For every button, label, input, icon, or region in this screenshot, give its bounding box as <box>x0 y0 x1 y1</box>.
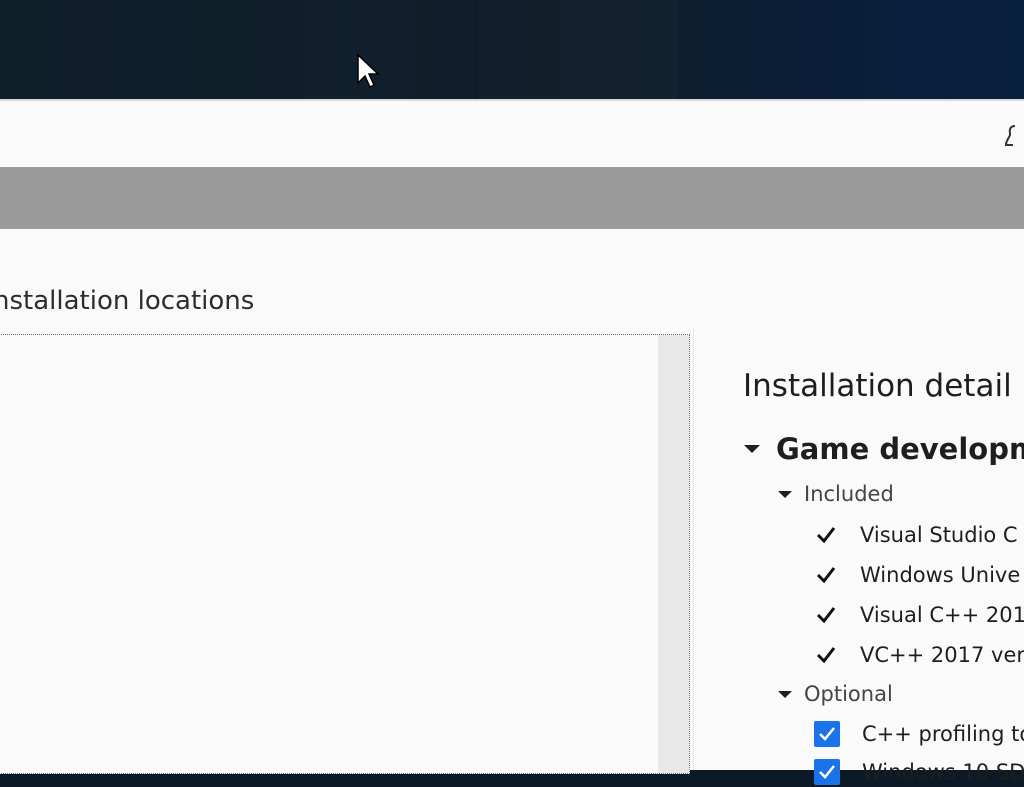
workload-group-game-development[interactable]: Game developme <box>744 431 1024 467</box>
desktop-background <box>0 0 1024 99</box>
list-item: VC++ 2017 vers <box>816 640 1024 670</box>
caret-down-icon[interactable] <box>778 490 792 498</box>
list-item: Visual C++ 201 <box>816 600 1024 630</box>
item-label: Windows 10 SD <box>862 760 1024 784</box>
checkbox-checked-icon[interactable] <box>814 721 840 747</box>
section-label: Included <box>804 482 894 506</box>
checkmark-icon <box>816 527 836 544</box>
caret-down-icon[interactable] <box>778 690 792 698</box>
caret-down-icon[interactable] <box>744 445 760 453</box>
list-item: Windows Unive <box>816 560 1020 590</box>
feedback-icon[interactable] <box>1003 123 1024 151</box>
checkmark-icon <box>816 647 836 664</box>
workload-list-panel <box>0 334 690 774</box>
item-label: Windows Unive <box>860 563 1021 587</box>
scrollbar[interactable] <box>658 335 689 773</box>
checkmark-icon <box>816 567 836 584</box>
section-included[interactable]: Included <box>778 479 894 509</box>
item-label: Visual Studio C <box>860 523 1018 547</box>
tab-installation-locations[interactable]: nstallation locations <box>0 286 254 316</box>
section-label: Optional <box>804 682 893 706</box>
item-label: C++ profiling to <box>862 722 1024 746</box>
workload-label: Game developme <box>776 432 1024 466</box>
title-bar <box>0 101 1024 167</box>
section-optional[interactable]: Optional <box>778 679 893 709</box>
details-title: Installation detail <box>743 368 1012 404</box>
desktop-window-shadow <box>305 0 475 99</box>
optional-component-row[interactable]: C++ profiling to <box>814 719 1024 749</box>
optional-component-row[interactable]: Windows 10 SD <box>814 757 1024 787</box>
desktop-window-shadow <box>478 0 678 99</box>
checkmark-icon <box>816 607 836 624</box>
mouse-pointer-icon <box>357 53 380 89</box>
list-item: Visual Studio C <box>816 520 1018 550</box>
item-label: VC++ 2017 vers <box>860 643 1024 667</box>
checkbox-checked-icon[interactable] <box>814 759 840 785</box>
item-label: Visual C++ 201 <box>860 603 1024 627</box>
header-banner <box>0 167 1024 229</box>
